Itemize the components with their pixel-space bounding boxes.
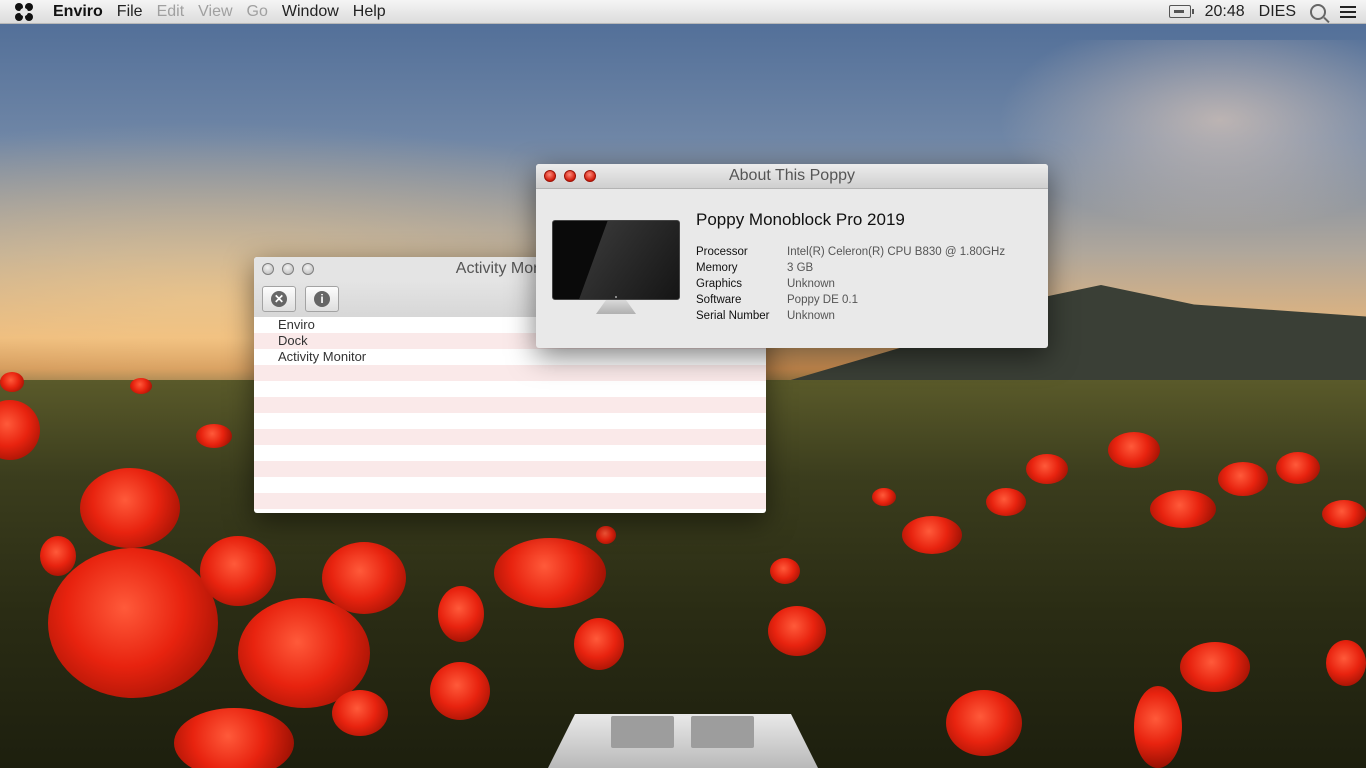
poppy-flower: [80, 468, 180, 548]
window-title: About This Poppy: [728, 167, 855, 184]
spec-row-graphics: Graphics Unknown: [696, 276, 1005, 292]
empty-row: [254, 397, 766, 413]
menu-edit[interactable]: Edit: [150, 0, 192, 23]
empty-row: [254, 445, 766, 461]
poppy-flower: [986, 488, 1026, 516]
menu-view[interactable]: View: [191, 0, 239, 23]
model-name: Poppy Monoblock Pro 2019: [696, 210, 905, 229]
poppy-flower: [1322, 500, 1366, 528]
menu-window[interactable]: Window: [275, 0, 346, 23]
spec-row-software: Software Poppy DE 0.1: [696, 292, 1005, 308]
poppy-flower: [1026, 454, 1068, 484]
poppy-flower: [130, 378, 152, 394]
spec-value: Intel(R) Celeron(R) CPU B830 @ 1.80GHz: [787, 246, 1006, 258]
poppy-flower: [430, 662, 490, 720]
poppy-flower: [40, 536, 76, 576]
poppy-logo-icon[interactable]: [14, 2, 34, 22]
spec-value: Poppy DE 0.1: [787, 294, 858, 306]
poppy-flower: [1108, 432, 1160, 468]
menu-file[interactable]: File: [110, 0, 150, 23]
spec-label: Graphics: [696, 278, 743, 290]
about-titlebar[interactable]: About This Poppy: [536, 164, 1048, 189]
empty-row: [254, 413, 766, 429]
poppy-flower: [574, 618, 624, 670]
dock-item[interactable]: [691, 716, 754, 748]
clock-time[interactable]: 20:48: [1205, 3, 1245, 21]
spec-label: Memory: [696, 262, 738, 274]
dock-shelf: [548, 714, 818, 768]
spec-row-processor: Processor Intel(R) Celeron(R) CPU B830 @…: [696, 244, 1005, 260]
battery-icon[interactable]: [1168, 5, 1194, 18]
spec-label: Software: [696, 294, 742, 306]
poppy-flower: [1134, 686, 1182, 768]
menu-extras: 20:48 DIES: [1168, 0, 1356, 23]
menu-app-name[interactable]: Enviro: [46, 0, 110, 23]
about-this-poppy-window: About This Poppy Poppy Monoblock Pro 201…: [536, 164, 1048, 348]
poppy-flower: [196, 424, 232, 448]
poppy-flower: [770, 558, 800, 584]
list-menu-icon[interactable]: [1340, 5, 1356, 18]
poppy-flower: [494, 538, 606, 608]
menu-go[interactable]: Go: [240, 0, 275, 23]
poppy-flower: [1276, 452, 1320, 484]
spec-value: Unknown: [787, 310, 835, 322]
clock-day[interactable]: DIES: [1259, 3, 1296, 21]
spec-value: Unknown: [787, 278, 835, 290]
empty-row: [254, 461, 766, 477]
empty-row: [254, 477, 766, 493]
poppy-flower: [0, 372, 24, 392]
empty-row: [254, 493, 766, 509]
menu-help[interactable]: Help: [346, 0, 393, 23]
poppy-flower: [902, 516, 962, 554]
poppy-flower: [872, 488, 896, 506]
quit-process-button[interactable]: ✕: [262, 286, 296, 312]
empty-row: [254, 381, 766, 397]
dock: [548, 714, 818, 768]
poppy-flower: [1150, 490, 1216, 528]
poppy-flower: [596, 526, 616, 544]
poppy-flower: [768, 606, 826, 656]
spec-value: 3 GB: [787, 262, 814, 274]
info-icon: i: [314, 291, 330, 307]
poppy-flower: [1180, 642, 1250, 692]
search-icon[interactable]: [1310, 3, 1326, 20]
x-circle-icon: ✕: [271, 291, 287, 307]
poppy-flower: [48, 548, 218, 698]
computer-monitor-icon: [552, 220, 680, 320]
inspect-process-button[interactable]: i: [305, 286, 339, 312]
empty-row: [254, 429, 766, 445]
spec-row-serial: Serial Number Unknown: [696, 308, 1005, 324]
poppy-flower: [946, 690, 1022, 756]
poppy-flower: [200, 536, 276, 606]
process-row[interactable]: Activity Monitor: [254, 349, 766, 365]
menu-bar: Enviro File Edit View Go Window Help 20:…: [0, 0, 1366, 24]
spec-label: Processor: [696, 246, 748, 258]
empty-row: [254, 365, 766, 381]
poppy-flower: [1326, 640, 1366, 686]
poppy-flower: [322, 542, 406, 614]
spec-list: Processor Intel(R) Celeron(R) CPU B830 @…: [696, 244, 1005, 324]
spec-label: Serial Number: [696, 310, 770, 322]
spec-row-memory: Memory 3 GB: [696, 260, 1005, 276]
poppy-flower: [438, 586, 484, 642]
poppy-flower: [332, 690, 388, 736]
poppy-flower: [1218, 462, 1268, 496]
dock-item[interactable]: [611, 716, 674, 748]
